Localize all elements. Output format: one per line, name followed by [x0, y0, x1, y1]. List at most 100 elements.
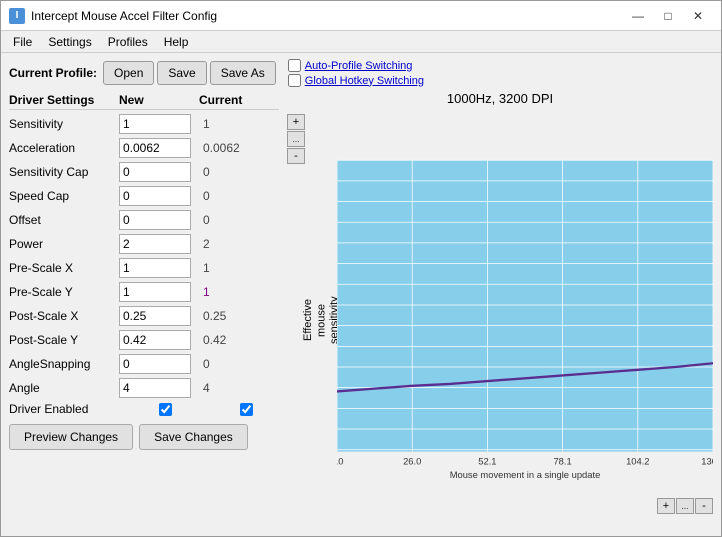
menu-file[interactable]: File — [5, 33, 40, 51]
close-button[interactable]: ✕ — [683, 4, 713, 28]
setting-current-2: 0 — [199, 165, 269, 179]
setting-input-7[interactable] — [119, 282, 191, 302]
svg-text:104.2: 104.2 — [626, 456, 649, 467]
chart-container: + ... - Effective mouse sensitivity — [287, 110, 713, 530]
chart-svg: 1.4 1.3 1.1 1.0 0.8 0.7 0.6 0.4 0.3 0.1 … — [337, 110, 713, 530]
setting-name-8: Post-Scale X — [9, 309, 119, 323]
table-row: Post-Scale X 0.25 — [9, 304, 279, 328]
title-bar: I Intercept Mouse Accel Filter Config — … — [1, 1, 721, 31]
window-controls: — □ ✕ — [623, 4, 713, 28]
setting-current-8: 0.25 — [199, 309, 269, 323]
header-new: New — [119, 93, 199, 107]
setting-current-4: 0 — [199, 213, 269, 227]
table-row: Power2 — [9, 232, 279, 256]
table-row: Sensitivity1 — [9, 112, 279, 136]
setting-input-2[interactable] — [119, 162, 191, 182]
setting-input-6[interactable] — [119, 258, 191, 278]
setting-current-6: 1 — [199, 261, 269, 275]
setting-input-4[interactable] — [119, 210, 191, 230]
main-window: I Intercept Mouse Accel Filter Config — … — [0, 0, 722, 537]
setting-name-5: Power — [9, 237, 119, 251]
setting-input-10[interactable] — [119, 354, 191, 374]
setting-name-9: Post-Scale Y — [9, 333, 119, 347]
zoom-dots-button[interactable]: ... — [287, 131, 305, 147]
maximize-button[interactable]: □ — [653, 4, 683, 28]
setting-name-4: Offset — [9, 213, 119, 227]
setting-input-5[interactable] — [119, 234, 191, 254]
save-button[interactable]: Save — [157, 61, 206, 85]
zoom-bottom-dots-button[interactable]: ... — [676, 498, 694, 514]
window-title: Intercept Mouse Accel Filter Config — [31, 9, 217, 23]
save-changes-button[interactable]: Save Changes — [139, 424, 248, 450]
open-button[interactable]: Open — [103, 61, 154, 85]
setting-input-3[interactable] — [119, 186, 191, 206]
table-row: Post-Scale Y 0.42 — [9, 328, 279, 352]
auto-profile-checkbox[interactable] — [288, 59, 301, 72]
menu-bar: File Settings Profiles Help — [1, 31, 721, 53]
auto-profile-row: Auto-Profile Switching — [288, 59, 424, 72]
header-driver: Driver Settings — [9, 93, 119, 107]
setting-input-11[interactable] — [119, 378, 191, 398]
setting-current-0: 1 — [199, 117, 269, 131]
table-row: Pre-Scale Y 1 — [9, 280, 279, 304]
setting-current-1: 0.0062 — [199, 141, 269, 155]
chart-area: 1000Hz, 3200 DPI + ... - Effective mouse… — [287, 91, 713, 530]
driver-enabled-current-checkbox — [240, 403, 253, 416]
global-hotkey-row: Global Hotkey Switching — [288, 74, 424, 87]
setting-input-8[interactable] — [119, 306, 191, 326]
table-row: AngleSnapping 0 — [9, 352, 279, 376]
chart-plot: 1.4 1.3 1.1 1.0 0.8 0.7 0.6 0.4 0.3 0.1 … — [337, 110, 713, 530]
zoom-bottom-minus-button[interactable]: - — [695, 498, 713, 514]
save-as-button[interactable]: Save As — [210, 61, 276, 85]
menu-profiles[interactable]: Profiles — [100, 33, 156, 51]
content-area: Current Profile: Open Save Save As Auto-… — [1, 53, 721, 536]
zoom-minus-button[interactable]: - — [287, 148, 305, 164]
bottom-buttons: Preview Changes Save Changes — [9, 418, 279, 450]
driver-enabled-label: Driver Enabled — [9, 402, 119, 416]
setting-input-9[interactable] — [119, 330, 191, 350]
header-current: Current — [199, 93, 269, 107]
setting-input-0[interactable] — [119, 114, 191, 134]
svg-text:52.1: 52.1 — [478, 456, 496, 467]
current-profile-label: Current Profile: — [9, 66, 97, 80]
table-row: Speed Cap0 — [9, 184, 279, 208]
setting-name-7: Pre-Scale Y — [9, 285, 119, 299]
bottom-zoom-buttons: + ... - — [657, 498, 713, 514]
menu-help[interactable]: Help — [156, 33, 197, 51]
profile-buttons: Open Save Save As — [103, 61, 276, 85]
setting-current-9: 0.42 — [199, 333, 269, 347]
setting-name-6: Pre-Scale X — [9, 261, 119, 275]
table-row: Offset 0 — [9, 208, 279, 232]
setting-name-10: AngleSnapping — [9, 357, 119, 371]
profile-section: Current Profile: Open Save Save As Auto-… — [9, 59, 713, 87]
table-row: Pre-Scale X 1 — [9, 256, 279, 280]
driver-enabled-new-checkbox[interactable] — [159, 403, 172, 416]
minimize-button[interactable]: — — [623, 4, 653, 28]
setting-name-11: Angle — [9, 381, 119, 395]
left-panel: Driver Settings New Current Sensitivity1… — [9, 91, 279, 530]
settings-rows: Sensitivity1Acceleration0.0062Sensitivit… — [9, 112, 279, 400]
preview-changes-button[interactable]: Preview Changes — [9, 424, 133, 450]
svg-text:78.1: 78.1 — [553, 456, 571, 467]
svg-text:0.0: 0.0 — [337, 456, 344, 467]
auto-profile-label[interactable]: Auto-Profile Switching — [305, 60, 413, 72]
global-hotkey-checkbox[interactable] — [288, 74, 301, 87]
title-bar-left: I Intercept Mouse Accel Filter Config — [9, 8, 217, 24]
chart-y-label: Effective mouse sensitivity — [307, 110, 337, 530]
setting-input-1[interactable] — [119, 138, 191, 158]
driver-enabled-row: Driver Enabled — [9, 400, 279, 418]
global-hotkey-label[interactable]: Global Hotkey Switching — [305, 75, 424, 87]
app-icon: I — [9, 8, 25, 24]
chart-title: 1000Hz, 3200 DPI — [287, 91, 713, 106]
setting-current-7: 1 — [199, 285, 269, 299]
svg-text:130.2: 130.2 — [701, 456, 713, 467]
setting-current-3: 0 — [199, 189, 269, 203]
svg-text:26.0: 26.0 — [403, 456, 421, 467]
setting-current-11: 4 — [199, 381, 269, 395]
setting-name-1: Acceleration — [9, 141, 119, 155]
svg-text:Mouse movement in a single upd: Mouse movement in a single update — [450, 469, 601, 480]
zoom-plus-button[interactable]: + — [287, 114, 305, 130]
zoom-bottom-plus-button[interactable]: + — [657, 498, 675, 514]
menu-settings[interactable]: Settings — [40, 33, 99, 51]
setting-current-10: 0 — [199, 357, 269, 371]
